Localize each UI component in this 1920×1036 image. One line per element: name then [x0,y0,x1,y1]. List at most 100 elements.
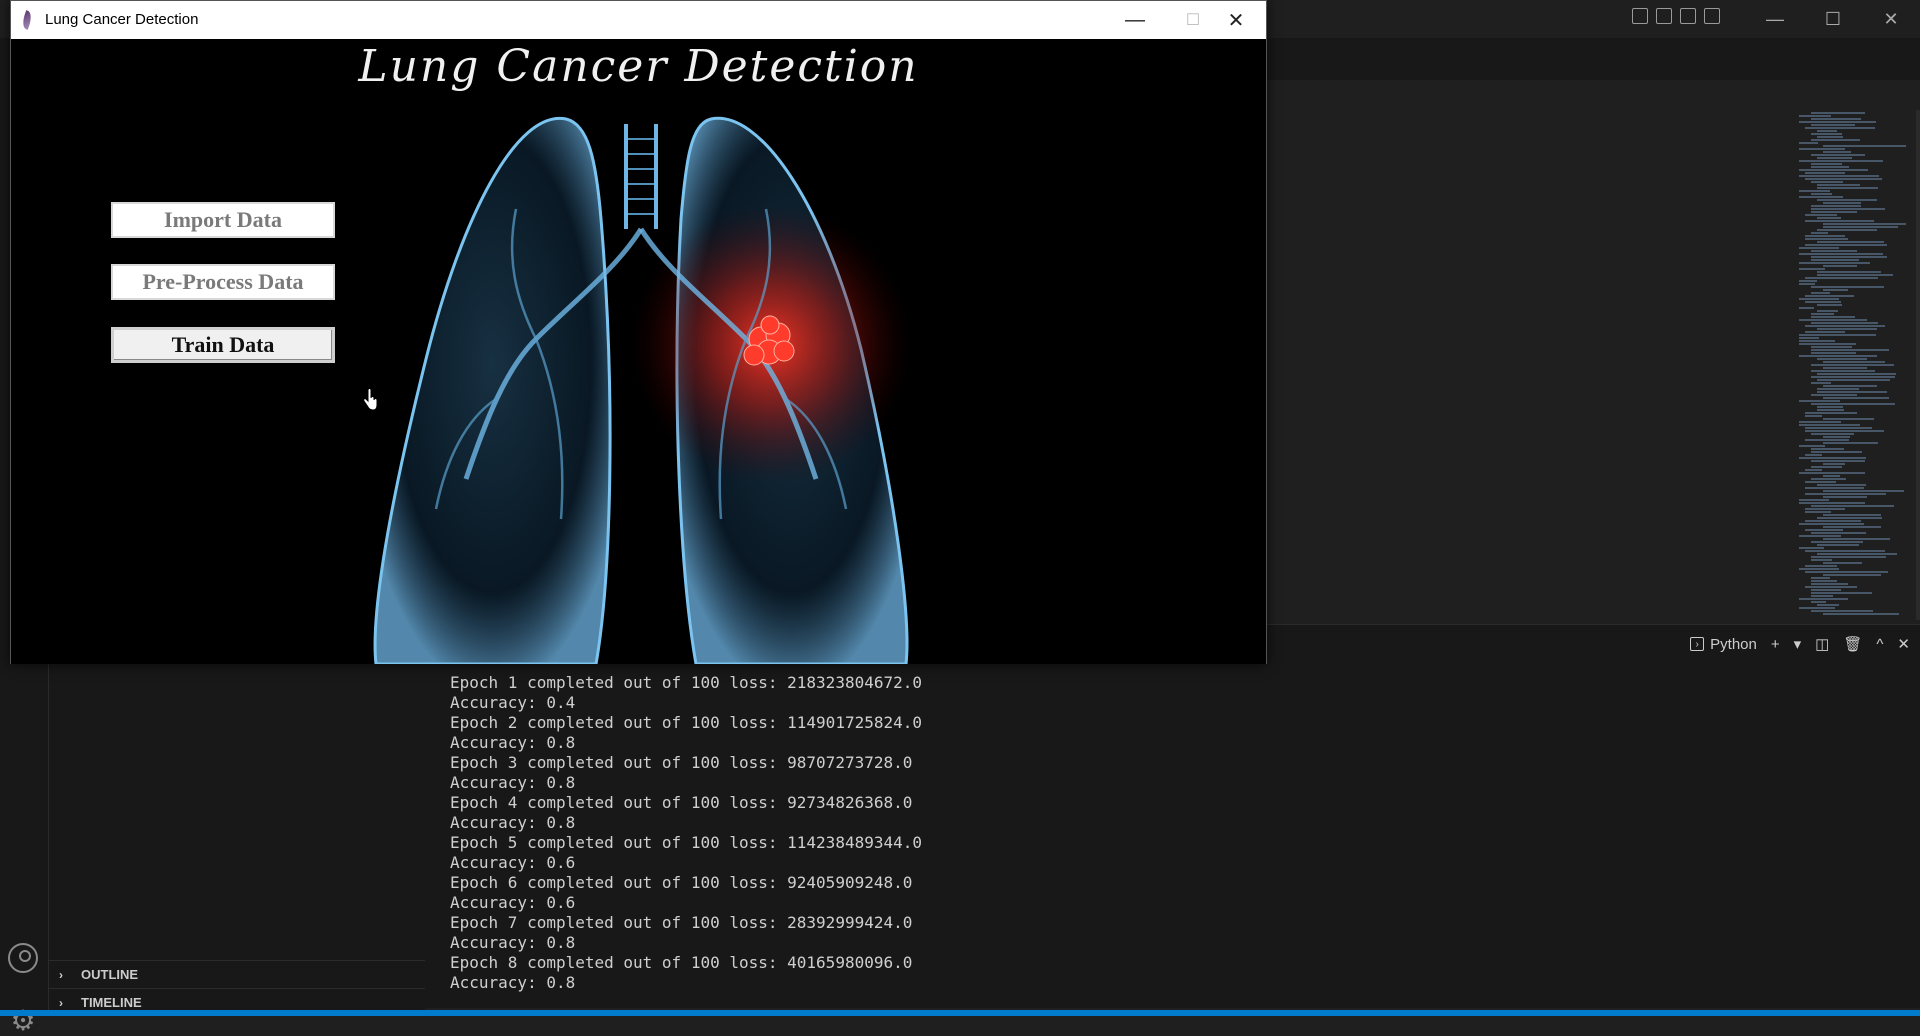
minimap-line [1817,379,1891,381]
minimap-line [1799,424,1861,426]
toggle-secondary-sidebar-icon[interactable] [1680,8,1696,24]
minimap-line [1817,517,1882,519]
terminal-line: Accuracy: 0.4 [450,693,576,712]
minimap-line [1811,433,1854,435]
minimap-line [1823,613,1900,615]
maximize-panel-icon[interactable]: ^ [1876,636,1883,653]
customize-layout-icon[interactable] [1704,8,1720,24]
minimap-line [1817,199,1878,201]
minimap-line [1817,358,1867,360]
minimap-line [1799,121,1876,123]
minimap-line [1805,178,1882,180]
terminal-line: Accuracy: 0.8 [450,773,576,792]
minimap-line [1805,412,1857,414]
vscode-close-button[interactable]: ✕ [1862,0,1920,38]
minimap-line [1799,298,1839,300]
terminal-selector[interactable]: › Python [1690,636,1757,653]
chevron-right-icon: › [59,995,63,1010]
minimap-line [1799,355,1877,357]
trash-icon[interactable]: 🗑 [1843,635,1862,653]
chevron-down-icon[interactable]: ▾ [1794,635,1802,653]
outline-label: OUTLINE [81,967,139,982]
terminal-line: Accuracy: 0.8 [450,813,576,832]
minimap-line [1805,127,1875,129]
minimap-line [1817,136,1844,138]
terminal-line: Epoch 3 completed out of 100 loss: 98707… [450,753,913,772]
minimap-line [1799,247,1840,249]
minimap-line [1811,124,1855,126]
import-data-button[interactable]: Import Data [111,202,335,238]
minimap-line [1823,418,1874,420]
minimap-line [1811,193,1833,195]
editor-scrollbar[interactable] [1916,110,1920,620]
app-close-button[interactable]: ✕ [1207,1,1265,39]
preprocess-data-button[interactable]: Pre-Process Data [111,264,335,300]
minimap[interactable] [1799,110,1914,620]
minimap-line [1799,262,1870,264]
hand-cursor-icon [363,389,377,411]
layout-controls [1632,8,1720,24]
minimap-line [1811,211,1857,213]
minimap-line [1811,382,1832,384]
minimap-line [1799,307,1815,309]
app-canvas: Lung Cancer Detection Import Data Pre-Pr… [11,39,1266,664]
minimap-line [1823,490,1905,492]
editor-tab-bar: ▾ ··· [1267,38,1920,102]
minimap-line [1823,538,1891,540]
minimap-line [1799,472,1865,474]
minimap-line [1823,223,1906,225]
minimap-line [1805,439,1850,441]
close-panel-icon[interactable]: ✕ [1897,635,1910,653]
minimap-line [1799,421,1842,423]
toggle-panel-icon[interactable] [1656,8,1672,24]
split-terminal-icon[interactable]: ◫ [1815,635,1829,653]
minimap-line [1805,493,1887,495]
minimap-line [1823,145,1906,147]
minimap-line [1817,391,1887,393]
terminal-output[interactable]: Epoch 1 completed out of 100 loss: 21832… [425,668,1920,1008]
minimap-line [1811,349,1890,351]
terminal-line: Epoch 2 completed out of 100 loss: 11490… [450,713,923,732]
minimap-line [1805,325,1886,327]
minimap-line [1799,190,1830,192]
minimap-line [1811,139,1861,141]
minimap-line [1817,328,1877,330]
toggle-primary-sidebar-icon[interactable] [1632,8,1648,24]
vscode-minimize-button[interactable]: — [1746,0,1804,38]
minimap-line [1811,316,1856,318]
minimap-line [1823,514,1882,516]
minimap-line [1811,595,1833,597]
minimap-line [1817,373,1897,375]
timeline-label: TIMELINE [81,995,142,1010]
minimap-line [1817,304,1842,306]
outline-section[interactable]: › OUTLINE [49,960,425,988]
minimap-line [1799,253,1884,255]
app-minimize-button[interactable]: — [1106,1,1164,39]
terminal-line: Epoch 7 completed out of 100 loss: 28392… [450,913,913,932]
minimap-line [1823,442,1878,444]
minimap-line [1811,592,1873,594]
vscode-maximize-button[interactable]: ☐ [1804,0,1862,38]
minimap-line [1823,367,1868,369]
minimap-line [1811,181,1843,183]
minimap-line [1799,148,1846,150]
terminal-profile-label: Python [1710,635,1757,653]
minimap-line [1811,505,1894,507]
minimap-line [1817,484,1867,486]
minimap-line [1805,550,1885,552]
minimap-line [1811,205,1861,207]
train-data-button[interactable]: Train Data [111,327,335,363]
minimap-line [1823,496,1867,498]
new-terminal-icon[interactable]: + [1771,636,1780,653]
code-editor[interactable] [1267,110,1920,620]
minimap-line [1799,400,1840,402]
minimap-line [1799,142,1818,144]
minimap-line [1805,469,1823,471]
app-title-bar[interactable]: Lung Cancer Detection — ☐ ✕ [11,1,1266,39]
minimap-line [1817,130,1838,132]
minimap-line [1823,202,1861,204]
account-icon[interactable] [8,943,38,973]
minimap-line [1811,532,1866,534]
minimap-line [1799,568,1839,570]
minimap-line [1805,301,1841,303]
